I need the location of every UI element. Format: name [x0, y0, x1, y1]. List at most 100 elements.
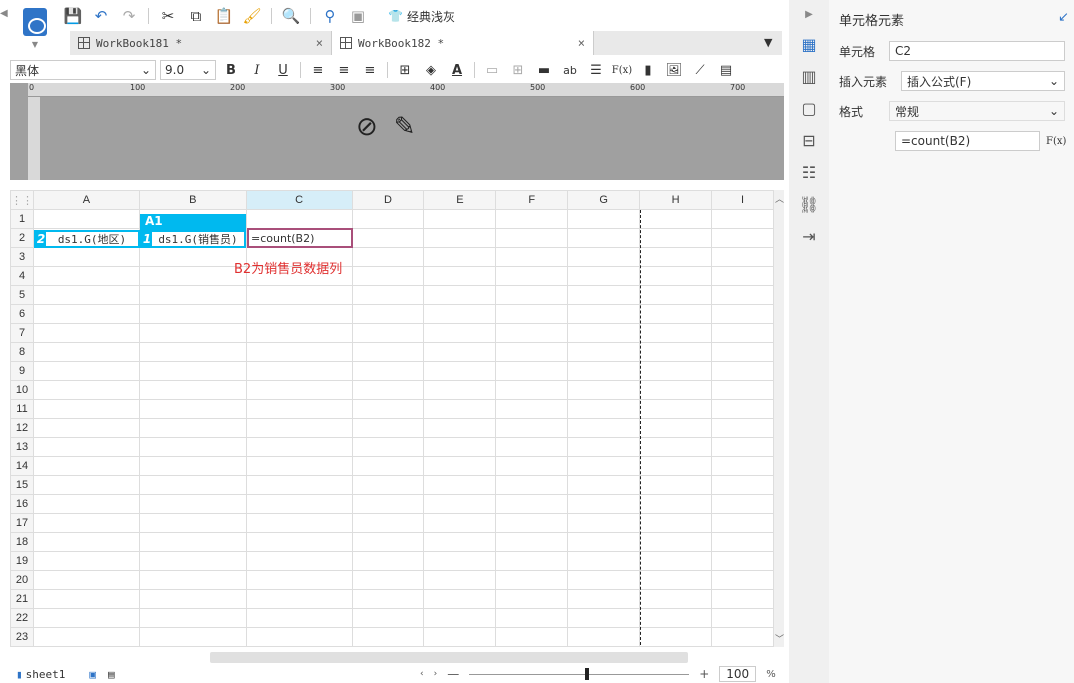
grid-cell[interactable] [245, 608, 353, 628]
grid-cell[interactable] [351, 380, 425, 400]
grid-cell[interactable] [567, 494, 641, 514]
zoom-slider[interactable] [469, 667, 690, 680]
grid-cell[interactable] [495, 361, 569, 381]
grid-cell[interactable] [351, 513, 425, 533]
hide-eye-icon[interactable]: ⊘ [356, 112, 378, 142]
grid-cell[interactable] [245, 475, 353, 495]
grid-cell[interactable] [138, 589, 247, 609]
grid-cell[interactable] [423, 551, 497, 571]
row-header[interactable]: 6 [10, 304, 34, 324]
grid-cell[interactable] [567, 570, 641, 590]
merge-cells-icon[interactable]: ▭ [481, 60, 503, 80]
grid-cell[interactable] [351, 304, 425, 324]
grid-cell[interactable] [639, 589, 712, 609]
grid-cell[interactable] [423, 456, 497, 476]
grid-cell[interactable] [495, 228, 569, 248]
column-header[interactable]: D [351, 190, 425, 210]
grid-cell[interactable] [639, 418, 712, 438]
grid-cell[interactable] [711, 513, 774, 533]
row-header[interactable]: 9 [10, 361, 34, 381]
grid-cell[interactable] [423, 342, 497, 362]
cell-b2[interactable]: 1 ds1.G(销售员) [140, 230, 246, 248]
format-select[interactable]: 常规 ⌄ [889, 101, 1065, 121]
grid-cell[interactable] [351, 589, 425, 609]
undo-icon[interactable]: ↶ [90, 5, 112, 27]
grid-cell[interactable] [639, 285, 712, 305]
grid-cell[interactable] [245, 418, 353, 438]
zoom-in-button[interactable]: + [699, 667, 709, 681]
grid-cell[interactable] [423, 494, 497, 514]
zoom-value[interactable]: 100 [719, 666, 757, 682]
grid-cell[interactable] [495, 304, 569, 324]
grid-cell[interactable] [423, 627, 497, 647]
grid-cell[interactable] [245, 209, 353, 229]
text-ab-button[interactable]: ab [559, 60, 581, 80]
cell-element-tab-icon[interactable]: ▦ [789, 28, 829, 60]
grid-cell[interactable] [245, 570, 353, 590]
grid-cell[interactable] [495, 494, 569, 514]
grid-cell[interactable] [138, 475, 247, 495]
sheet-tab[interactable]: sheet1 [26, 668, 66, 681]
grid-cell[interactable] [245, 627, 353, 647]
grid-cell[interactable] [423, 266, 497, 286]
grid-cell[interactable] [711, 361, 774, 381]
grid-cell[interactable] [639, 494, 712, 514]
grid-cell[interactable] [495, 342, 569, 362]
grid-cell[interactable] [245, 342, 353, 362]
grid-cell[interactable] [567, 532, 641, 552]
grid-cell[interactable] [33, 266, 140, 286]
grid-cell[interactable] [351, 456, 425, 476]
grid-cell[interactable] [351, 323, 425, 343]
row-header[interactable]: 1 [10, 209, 34, 229]
grid-cell[interactable] [567, 589, 641, 609]
grid-cell[interactable] [351, 228, 425, 248]
grid-cell[interactable] [138, 437, 247, 457]
grid-cell[interactable] [33, 608, 140, 628]
grid-cell[interactable] [33, 513, 140, 533]
grid-cell[interactable] [711, 285, 774, 305]
grid-cell[interactable] [138, 285, 247, 305]
row-header[interactable]: 22 [10, 608, 34, 628]
column-header[interactable]: B [138, 190, 247, 210]
grid-cell[interactable] [351, 399, 425, 419]
grid-cell[interactable] [351, 570, 425, 590]
grid-cell[interactable] [639, 437, 712, 457]
row-header[interactable]: 5 [10, 285, 34, 305]
cell-attribute-icon[interactable]: ▥ [789, 60, 829, 92]
grid-cell[interactable] [33, 532, 140, 552]
grid-cell[interactable] [495, 627, 569, 647]
zoom-out-button[interactable]: — [447, 667, 459, 681]
grid-cell[interactable] [567, 304, 641, 324]
grid-cell[interactable] [423, 399, 497, 419]
underline-button[interactable]: U [272, 60, 294, 80]
grid-cell[interactable] [245, 456, 353, 476]
grid-cell[interactable] [567, 551, 641, 571]
grid-cell[interactable] [423, 228, 497, 248]
prev-sheet-icon[interactable]: ‹ [420, 669, 424, 679]
grid-cell[interactable] [495, 608, 569, 628]
grid-cell[interactable] [711, 589, 774, 609]
grid-cell[interactable] [567, 209, 641, 229]
grid-cell[interactable] [495, 456, 569, 476]
grid-cell[interactable] [138, 247, 247, 267]
grid-cell[interactable] [495, 589, 569, 609]
grid-cell[interactable] [423, 608, 497, 628]
grid-cell[interactable] [351, 361, 425, 381]
cell-a2[interactable]: 2 ds1.G(地区) [34, 230, 140, 248]
row-header[interactable]: 18 [10, 532, 34, 552]
grid-cell[interactable] [567, 513, 641, 533]
grid-cell[interactable] [138, 627, 247, 647]
grid-cell[interactable] [245, 323, 353, 343]
grid-cell[interactable] [711, 475, 774, 495]
font-size-select[interactable]: 9.0 ⌄ [160, 60, 216, 80]
grid-cell[interactable] [351, 266, 425, 286]
scroll-down-icon[interactable]: ﹀ [775, 632, 784, 645]
grid-cell[interactable] [495, 570, 569, 590]
grid-cell[interactable] [567, 247, 641, 267]
grid-cell[interactable] [711, 456, 774, 476]
grid-cell[interactable] [351, 627, 425, 647]
grid-cell[interactable] [423, 570, 497, 590]
grid-cell[interactable] [711, 323, 774, 343]
grid-cell[interactable] [423, 247, 497, 267]
grid-cell[interactable] [33, 494, 140, 514]
